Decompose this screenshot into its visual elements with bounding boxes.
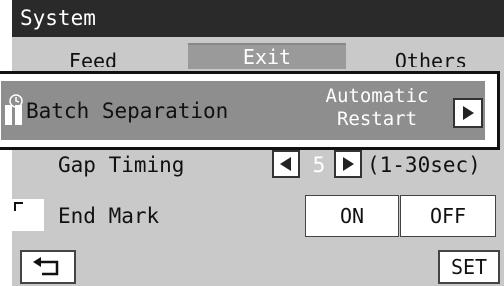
batch-clock-icon <box>4 93 24 127</box>
gap-timing-value: 5 <box>312 153 326 177</box>
batch-next-button[interactable] <box>453 98 483 128</box>
back-button[interactable] <box>20 250 76 284</box>
tab-exit[interactable]: Exit <box>188 43 346 69</box>
triangle-right-icon <box>343 157 354 171</box>
batch-separation-label: Batch Separation <box>26 99 229 123</box>
tab-others[interactable]: Others <box>358 47 504 67</box>
end-mark-off-button[interactable]: OFF <box>400 195 496 237</box>
set-button[interactable]: SET <box>438 250 500 284</box>
gap-timing-range: (1-30sec) <box>367 153 481 177</box>
end-mark-on-button[interactable]: ON <box>305 195 399 237</box>
gap-increase-button[interactable] <box>334 150 362 178</box>
batch-separation-value: Automatic Restart <box>325 85 429 130</box>
gap-decrease-button[interactable] <box>272 150 300 178</box>
title-bar: System <box>12 0 504 37</box>
screen-title: System <box>20 6 96 30</box>
batch-separation-row[interactable]: Batch Separation Automatic Restart <box>0 71 500 150</box>
end-mark-label: End Mark <box>58 204 160 228</box>
tab-bar: Feed Exit Others <box>12 37 504 69</box>
tab-feed[interactable]: Feed <box>12 47 174 67</box>
triangle-right-icon <box>463 106 474 120</box>
back-arrow-icon <box>33 257 59 276</box>
batch-separation-highlight: Batch Separation Automatic Restart <box>1 81 485 140</box>
triangle-left-icon <box>280 157 291 171</box>
set-button-label: SET <box>450 255 488 279</box>
gap-timing-label: Gap Timing <box>58 153 185 177</box>
end-mark-icon <box>12 199 44 231</box>
